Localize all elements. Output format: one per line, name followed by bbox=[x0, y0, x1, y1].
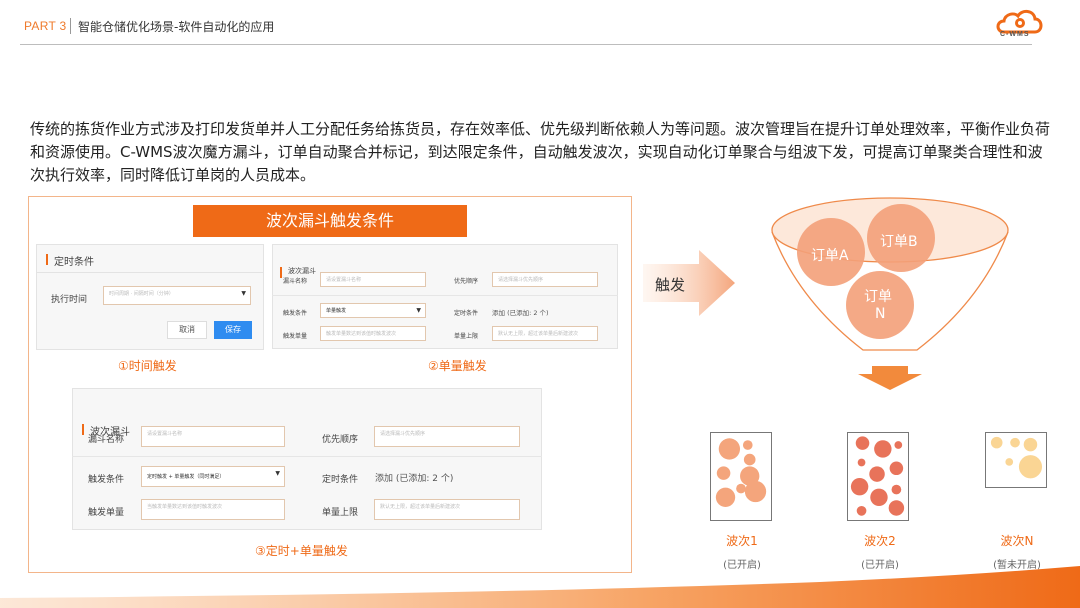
wave-2-label: 波次2 bbox=[864, 534, 896, 548]
save-button[interactable]: 保存 bbox=[214, 321, 252, 339]
combo-limit-label: 单量上限 bbox=[322, 508, 359, 518]
qty-priority-input[interactable]: 请选择漏斗优先顺序 bbox=[492, 272, 598, 287]
combo-timer-add-link[interactable]: 添加 (已添加: 2 个) bbox=[375, 471, 453, 484]
wave-2-sheet bbox=[847, 432, 909, 521]
qty-name-label: 漏斗名称 bbox=[283, 278, 308, 285]
wave-1-sheet bbox=[710, 432, 772, 521]
cancel-button[interactable]: 取消 bbox=[167, 321, 207, 339]
order-n-label-2: N bbox=[875, 306, 886, 322]
qty-name-input[interactable]: 请设置漏斗名称 bbox=[320, 272, 426, 287]
intro-paragraph: 传统的拣货作业方式涉及打印发货单并人工分配任务给拣货员，存在效率低、优先级判断依… bbox=[30, 120, 1051, 184]
qty-priority-label: 优先顺序 bbox=[454, 278, 479, 285]
qty-trigger-caption: ②单量触发 bbox=[428, 359, 487, 373]
exec-time-select[interactable]: 时间周期 · 间隔时间（分钟） bbox=[103, 286, 251, 305]
header-divider bbox=[70, 18, 71, 34]
qty-count-label: 触发单量 bbox=[283, 333, 308, 340]
part-label: PART 3 bbox=[24, 19, 67, 33]
order-b-label: 订单B bbox=[880, 234, 918, 250]
time-trigger-caption: ①时间触发 bbox=[118, 359, 177, 373]
wave-1-label: 波次1 bbox=[726, 534, 758, 548]
qty-trigger-label: 触发条件 bbox=[283, 310, 308, 317]
qty-trigger-select[interactable]: 单量触发 bbox=[320, 303, 426, 318]
page-title: 智能仓储优化场景-软件自动化的应用 bbox=[78, 20, 275, 34]
combo-name-input[interactable]: 请设置漏斗名称 bbox=[141, 426, 285, 447]
wave-n-label: 波次N bbox=[1000, 534, 1034, 548]
combo-trigger-caption: ③定时+单量触发 bbox=[255, 544, 348, 558]
combo-trigger-select[interactable]: 定时触发 + 单量触发（同时满足） bbox=[141, 466, 285, 487]
combo-trigger-label: 触发条件 bbox=[88, 475, 125, 485]
qty-timer-add-link[interactable]: 添加 (已添加: 2 个) bbox=[492, 307, 549, 317]
combo-timer-label: 定时条件 bbox=[322, 475, 359, 485]
qty-limit-label: 单量上限 bbox=[454, 333, 479, 340]
wave-n-sheet bbox=[985, 432, 1047, 488]
logo-text: C-WMS bbox=[1000, 31, 1030, 38]
trigger-panel-title: 波次漏斗触发条件 bbox=[193, 205, 467, 237]
order-n-label-1: 订单 bbox=[864, 289, 892, 305]
order-a-label: 订单A bbox=[811, 248, 849, 264]
bottom-wave-decoration bbox=[0, 566, 1080, 608]
qty-count-input[interactable]: 触发单量数达到该值时触发波次 bbox=[320, 326, 426, 341]
combo-priority-input[interactable]: 请选择漏斗优先顺序 bbox=[374, 426, 520, 447]
qty-limit-input[interactable]: 默认无上限，超过该单量后新建波次 bbox=[492, 326, 598, 341]
qty-card-divider bbox=[272, 295, 618, 296]
combo-priority-label: 优先顺序 bbox=[322, 435, 359, 445]
combo-count-label: 触发单量 bbox=[88, 508, 125, 518]
trigger-label: 触发 bbox=[655, 276, 686, 294]
combo-name-label: 漏斗名称 bbox=[88, 435, 125, 445]
header-rule bbox=[20, 44, 1032, 45]
combo-limit-input[interactable]: 默认无上限，超过该单量后新建波次 bbox=[374, 499, 520, 520]
qty-timer-label: 定时条件 bbox=[454, 310, 479, 317]
timer-card-divider bbox=[36, 272, 264, 273]
combo-card-divider bbox=[72, 456, 542, 457]
exec-time-label: 执行时间 bbox=[51, 295, 88, 305]
combo-count-input[interactable]: 当触发单量数达到该值时触发波次 bbox=[141, 499, 285, 520]
